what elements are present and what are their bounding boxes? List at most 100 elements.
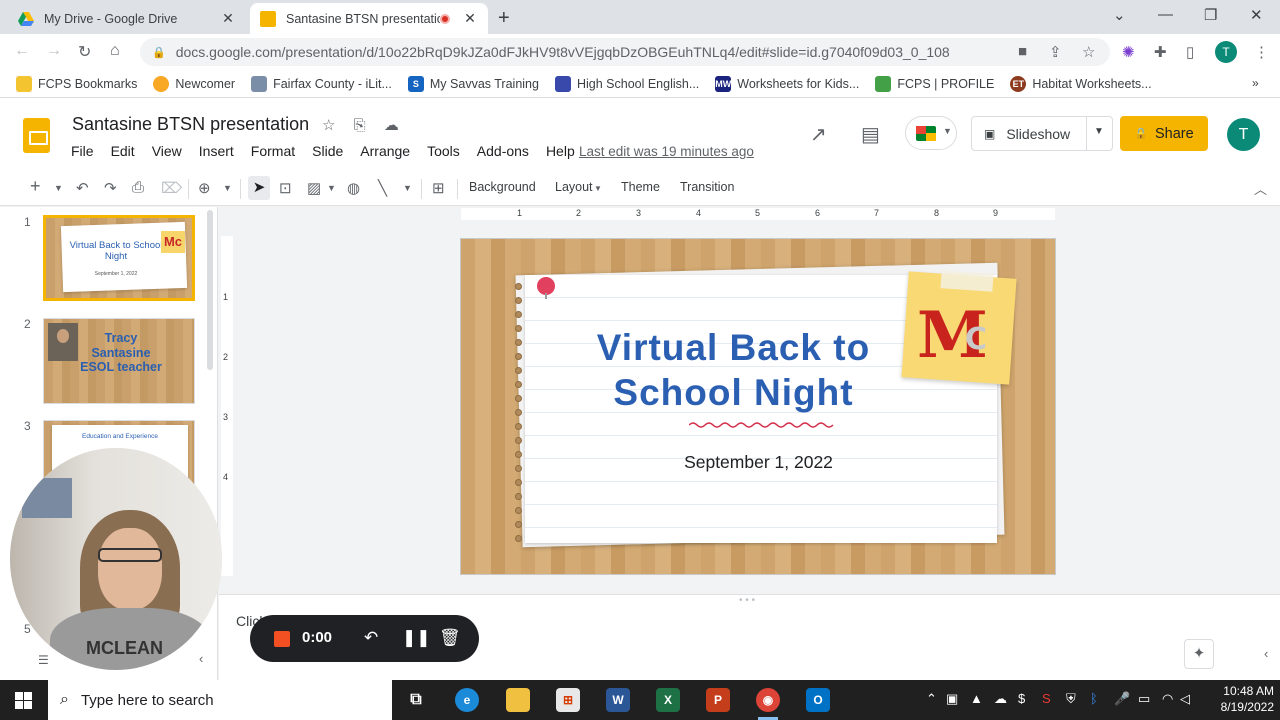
excel-icon[interactable]: X — [656, 688, 680, 712]
side-panel-chevron-icon[interactable]: ‹ — [1264, 646, 1268, 661]
home-icon[interactable]: ⌂ — [110, 42, 120, 60]
slideshow-button[interactable]: ▣ Slideshow ▼ — [971, 116, 1113, 151]
background-button[interactable]: Background — [469, 180, 536, 194]
collapse-menus-chevron-icon[interactable]: ︿ — [1254, 179, 1267, 198]
filmstrip-scrollbar[interactable] — [207, 210, 213, 370]
menu-addons[interactable]: Add-ons — [477, 143, 529, 159]
select-cursor-icon[interactable]: ➤ — [248, 176, 270, 200]
slide-title[interactable]: Virtual Back to School Night — [571, 325, 896, 415]
theme-button[interactable]: Theme — [621, 180, 660, 194]
tray-onedrive-icon[interactable]: ☁ — [994, 691, 1007, 707]
slide-date[interactable]: September 1, 2022 — [571, 452, 946, 473]
restart-recording-icon[interactable]: ↶ — [364, 628, 378, 648]
activity-trend-icon[interactable]: ↗ — [810, 122, 827, 147]
share-button[interactable]: 🔒 Share — [1120, 116, 1208, 151]
undo-icon[interactable]: ↶ — [76, 179, 89, 197]
cloud-saved-icon[interactable]: ☁ — [384, 117, 399, 134]
word-icon[interactable]: W — [606, 688, 630, 712]
delete-recording-icon[interactable]: 🗑 — [439, 628, 461, 648]
minimize-button[interactable]: — — [1158, 6, 1173, 23]
slide-thumbnail-1[interactable]: Virtual Back to School Night September 1… — [43, 215, 195, 301]
line-chevron-icon[interactable]: ▼ — [403, 183, 412, 193]
tray-security-icon[interactable]: ⛨ — [1066, 691, 1076, 707]
resize-grip-icon[interactable]: • • • — [739, 595, 755, 606]
zoom-chevron-icon[interactable]: ▼ — [223, 183, 232, 193]
tray-bluetooth-icon[interactable]: ᛒ — [1090, 691, 1098, 706]
store-icon[interactable]: ⊞ — [556, 688, 580, 712]
collapse-filmstrip-chevron-icon[interactable]: ‹ — [199, 651, 203, 666]
bookmark-star-icon[interactable]: ☆ — [1082, 43, 1095, 61]
tray-volume-icon[interactable]: ◁ — [1180, 691, 1190, 707]
tray-app-icon[interactable]: S — [1042, 691, 1051, 706]
tab-search-chevron-icon[interactable]: ⌄ — [1113, 6, 1126, 24]
bookmark-savvas[interactable]: S My Savvas Training — [407, 75, 539, 92]
powerpoint-icon[interactable]: P — [706, 688, 730, 712]
add-comment-icon[interactable]: ⊞ — [432, 179, 445, 197]
menu-insert[interactable]: Insert — [199, 143, 234, 159]
current-slide[interactable]: Virtual Back to School Night September 1… — [460, 238, 1056, 575]
bookmark-newcomer[interactable]: Newcomer — [153, 75, 235, 92]
tab-slides-presentation[interactable]: Santasine BTSN presentation ✕ — [250, 3, 488, 34]
taskbar-search[interactable]: ⌕ Type here to search — [48, 680, 392, 720]
tab-google-drive[interactable]: My Drive - Google Drive ✕ — [8, 3, 246, 34]
tab-close-icon[interactable]: ✕ — [220, 10, 236, 27]
shape-icon[interactable]: ◍ — [347, 179, 360, 197]
extensions-puzzle-icon[interactable]: ✚ — [1154, 43, 1167, 61]
window-close-button[interactable]: ✕ — [1250, 6, 1263, 24]
tab-close-icon[interactable]: ✕ — [462, 10, 478, 27]
taskbar-clock[interactable]: 10:48 AM 8/19/2022 — [1196, 683, 1274, 715]
bookmark-hs-english[interactable]: High School English... — [554, 75, 699, 92]
new-slide-chevron-icon[interactable]: ▼ — [54, 183, 63, 193]
menu-format[interactable]: Format — [251, 143, 295, 159]
image-icon[interactable]: ▨ — [307, 179, 321, 197]
tray-dollar-icon[interactable]: $ — [1018, 691, 1025, 706]
grid-view-icon[interactable]: ☰ — [38, 653, 49, 667]
meet-button[interactable]: ▼ — [905, 116, 957, 150]
bookmark-ilit[interactable]: Fairfax County - iLit... — [251, 75, 392, 92]
tray-drive-icon[interactable]: ▲ — [970, 691, 983, 706]
restore-button[interactable]: ❐ — [1204, 6, 1217, 24]
stop-recording-button[interactable] — [274, 631, 290, 647]
pause-recording-icon[interactable]: ❚❚ — [402, 628, 431, 648]
tray-mic-icon[interactable]: 🎤 — [1114, 691, 1130, 707]
side-panel-icon[interactable]: ▯ — [1186, 43, 1194, 61]
account-avatar[interactable]: T — [1227, 118, 1260, 151]
bookmark-worksheets[interactable]: MW Worksheets for Kids... — [715, 75, 859, 92]
windows-start-icon[interactable] — [15, 692, 32, 709]
menu-arrange[interactable]: Arrange — [360, 143, 410, 159]
line-icon[interactable]: ╲ — [378, 179, 387, 197]
comments-icon[interactable]: ▤ — [861, 122, 880, 147]
more-bookmarks-icon[interactable]: » — [1252, 76, 1259, 90]
star-icon[interactable]: ☆ — [322, 117, 335, 134]
share-page-icon[interactable]: ⇪ — [1049, 43, 1062, 61]
chrome-icon[interactable]: ◉ — [756, 688, 780, 720]
tray-battery-icon[interactable]: ▭ — [1138, 691, 1150, 707]
slide-thumbnail-2[interactable]: Tracy Santasine ESOL teacher — [43, 318, 195, 404]
outlook-icon[interactable]: O — [806, 688, 830, 712]
camera-icon[interactable]: ■ — [1018, 43, 1027, 60]
bookmark-habitat[interactable]: ET Habitat Worksheets... — [1010, 75, 1152, 92]
extension-color-icon[interactable]: ✺ — [1122, 43, 1135, 61]
layout-chevron-icon[interactable]: ▼ — [594, 184, 602, 193]
tray-wifi-icon[interactable]: ◠ — [1162, 691, 1173, 707]
paint-format-icon[interactable]: ⌦ — [161, 179, 182, 197]
profile-avatar[interactable]: T — [1215, 41, 1237, 63]
transition-button[interactable]: Transition — [680, 180, 734, 194]
menu-edit[interactable]: Edit — [111, 143, 135, 159]
forward-arrow-icon[interactable]: → — [46, 42, 62, 60]
slides-logo-icon[interactable] — [23, 118, 50, 153]
print-icon[interactable]: ⎙ — [132, 179, 144, 196]
reload-icon[interactable]: ↻ — [78, 42, 91, 62]
explore-icon[interactable]: ✦ — [1184, 639, 1214, 669]
last-edit-link[interactable]: Last edit was 19 minutes ago — [579, 144, 754, 159]
menu-slide[interactable]: Slide — [312, 143, 343, 159]
file-explorer-icon[interactable] — [506, 688, 530, 712]
back-arrow-icon[interactable]: ← — [14, 42, 30, 60]
address-bar[interactable]: 🔒 docs.google.com/presentation/d/10o22bR… — [140, 38, 1110, 66]
tray-meet-icon[interactable]: ▣ — [946, 691, 958, 707]
zoom-icon[interactable]: ⊕ — [198, 179, 211, 197]
new-tab-button[interactable]: + — [498, 7, 510, 30]
menu-view[interactable]: View — [152, 143, 182, 159]
move-folder-icon[interactable]: ⎘ — [354, 117, 366, 134]
bookmark-fcps-profile[interactable]: FCPS | PROFILE — [875, 75, 994, 92]
